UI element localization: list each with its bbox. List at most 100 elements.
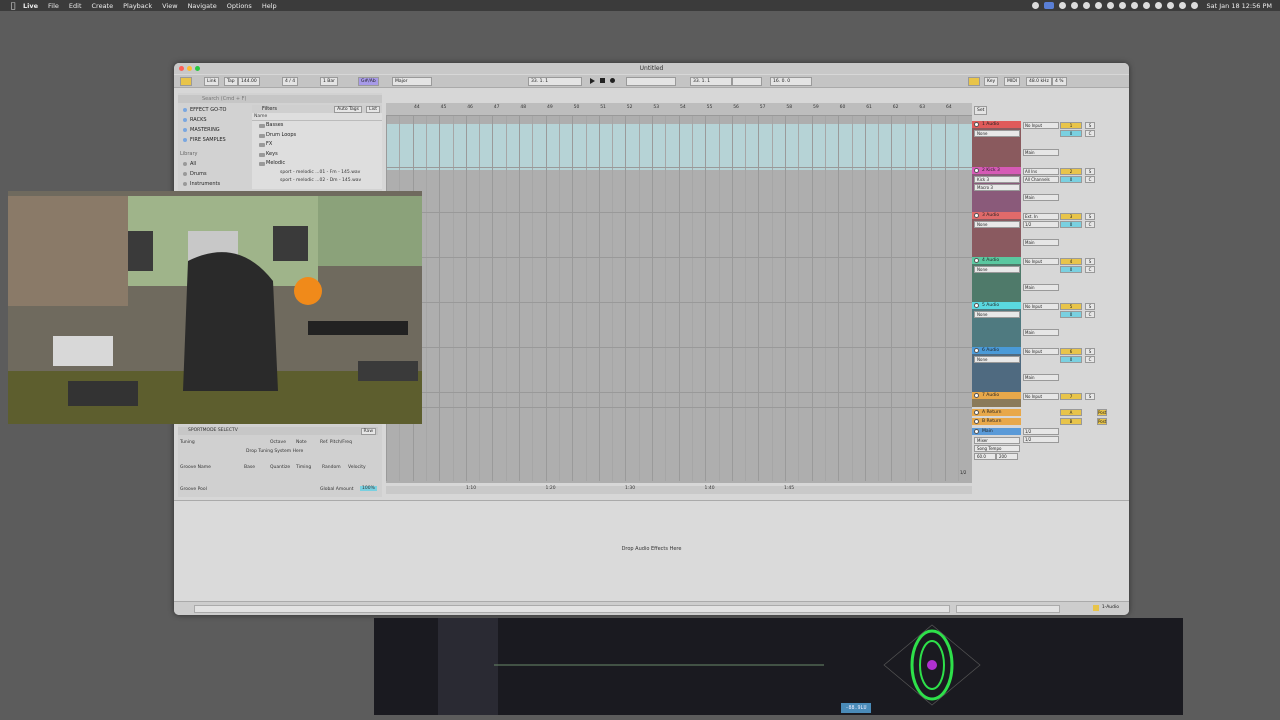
input-type[interactable]: No Input bbox=[1023, 122, 1059, 129]
app-icon[interactable] bbox=[1070, 2, 1078, 9]
track-activator-icon[interactable] bbox=[974, 393, 979, 398]
moon-icon[interactable] bbox=[1106, 2, 1114, 9]
menu-create[interactable]: Create bbox=[92, 2, 114, 10]
return-track-header[interactable]: B Return bbox=[972, 418, 1021, 425]
output-type[interactable]: Main bbox=[1023, 239, 1059, 246]
return-track-name[interactable]: B Return bbox=[982, 419, 1001, 424]
folder-item[interactable]: Keys bbox=[252, 150, 382, 160]
ruler-bar-number[interactable]: 51 bbox=[600, 105, 606, 110]
play-icon[interactable] bbox=[590, 78, 595, 84]
track-activator-icon[interactable] bbox=[974, 429, 979, 434]
arrangement-position[interactable]: 33. 1. 1 bbox=[528, 77, 582, 86]
track-routing[interactable]: None bbox=[974, 356, 1020, 363]
track-header[interactable]: 5 Audio bbox=[972, 302, 1021, 309]
track-lane[interactable] bbox=[386, 167, 972, 168]
track-routing[interactable]: None bbox=[974, 266, 1020, 273]
raw-button[interactable]: Raw bbox=[360, 428, 376, 435]
timing-header[interactable]: Timing bbox=[296, 465, 311, 470]
link-button[interactable]: Link bbox=[204, 77, 220, 86]
track-name[interactable]: 1 Audio bbox=[982, 122, 999, 127]
category-item[interactable]: MASTERING bbox=[180, 125, 250, 135]
ruler-bar-number[interactable]: 50 bbox=[574, 105, 580, 110]
browser-toggle[interactable] bbox=[180, 77, 192, 86]
crossfade-button[interactable]: C bbox=[1085, 266, 1095, 273]
ruler-bar-number[interactable]: 49 bbox=[547, 105, 553, 110]
ruler-bar-number[interactable]: 58 bbox=[786, 105, 792, 110]
post-button[interactable]: Post bbox=[1097, 409, 1107, 416]
return-letter[interactable]: B bbox=[1060, 418, 1082, 425]
ruler-bar-number[interactable]: 57 bbox=[760, 105, 766, 110]
ruler-bar-number[interactable]: 54 bbox=[680, 105, 686, 110]
drop-effects-target[interactable]: Drop Audio Effects Here bbox=[174, 546, 1129, 552]
solo-button[interactable]: S bbox=[1085, 213, 1095, 220]
ruler-bar-number[interactable]: 63 bbox=[919, 105, 925, 110]
menu-options[interactable]: Options bbox=[227, 2, 252, 10]
input-type[interactable]: No Input bbox=[1023, 303, 1059, 310]
time-signature[interactable]: 4 / 4 bbox=[282, 77, 299, 86]
minimize-button[interactable] bbox=[187, 66, 192, 71]
track-lane[interactable] bbox=[386, 302, 972, 303]
ruler-bar-number[interactable]: 56 bbox=[733, 105, 739, 110]
track-number-button[interactable]: 5 bbox=[1060, 303, 1082, 310]
track-header[interactable]: 6 Audio bbox=[972, 347, 1021, 354]
solo-button[interactable]: S bbox=[1085, 303, 1095, 310]
folder-item[interactable]: Melodic bbox=[252, 159, 382, 169]
file-item[interactable]: sport - melodic ...01 - Fm - 145.wav bbox=[252, 169, 382, 177]
main-output-channel[interactable]: 1/2 bbox=[1023, 428, 1059, 435]
random-header[interactable]: Random bbox=[322, 465, 341, 470]
battery-icon[interactable] bbox=[1130, 2, 1138, 9]
main-track-header[interactable]: Main bbox=[972, 428, 1021, 435]
main-track-name[interactable]: Main bbox=[982, 429, 993, 434]
solo-button[interactable]: S bbox=[1085, 393, 1095, 400]
base-header[interactable]: Base bbox=[244, 465, 255, 470]
file-item[interactable]: sport - melodic ...02 - Dm - 145.wav bbox=[252, 177, 382, 185]
set-button[interactable]: Set bbox=[974, 106, 988, 115]
volume-field[interactable]: 0 bbox=[1060, 266, 1082, 273]
folder-item[interactable]: FX bbox=[252, 140, 382, 150]
ruler-bar-number[interactable]: 59 bbox=[813, 105, 819, 110]
time-ruler[interactable]: 1:10 1:20 1:30 1:40 1:45 bbox=[386, 486, 972, 494]
track-lane[interactable] bbox=[386, 392, 972, 393]
input-type[interactable]: No Input bbox=[1023, 348, 1059, 355]
ruler-bar-number[interactable]: 44 bbox=[414, 105, 420, 110]
track-header[interactable]: 4 Audio bbox=[972, 257, 1021, 264]
ruler-bar-number[interactable]: 55 bbox=[707, 105, 713, 110]
track-body[interactable] bbox=[972, 399, 1021, 407]
track-name[interactable]: 2 Kick 3 bbox=[982, 168, 1000, 173]
track-lane[interactable] bbox=[386, 347, 972, 348]
global-amount-value[interactable]: 100% bbox=[360, 486, 377, 491]
library-item[interactable]: All bbox=[180, 159, 250, 169]
draw-mode-button[interactable] bbox=[968, 77, 980, 86]
track-header[interactable]: 2 Kick 3 bbox=[972, 167, 1021, 174]
menu-help[interactable]: Help bbox=[262, 2, 277, 10]
input-type[interactable]: Ext. In bbox=[1023, 213, 1059, 220]
track-name[interactable]: 7 Audio bbox=[982, 393, 999, 398]
solo-button[interactable]: S bbox=[1085, 258, 1095, 265]
track-routing[interactable]: Kick 3 bbox=[974, 176, 1020, 183]
return-letter[interactable]: A bbox=[1060, 409, 1082, 416]
track-lane[interactable] bbox=[386, 257, 972, 258]
input-channel[interactable]: 1/2 bbox=[1023, 221, 1059, 228]
volume-field[interactable]: 0 bbox=[1060, 356, 1082, 363]
loop-tools[interactable] bbox=[732, 77, 762, 86]
record-icon[interactable] bbox=[610, 78, 615, 83]
auto-tags-button[interactable]: Auto Tags bbox=[334, 106, 362, 113]
browser-search[interactable]: Search (Cmd + F) bbox=[178, 95, 382, 103]
tempo-max[interactable]: 200 bbox=[996, 453, 1018, 460]
track-activator-icon[interactable] bbox=[974, 258, 979, 263]
track-body[interactable]: None bbox=[972, 309, 1021, 347]
crossfade-button[interactable]: C bbox=[1085, 130, 1095, 137]
device-name[interactable]: SPORTMODE SELECTV bbox=[188, 428, 238, 433]
input-type[interactable]: No Input bbox=[1023, 258, 1059, 265]
scale-select[interactable]: Major bbox=[392, 77, 432, 86]
solo-button[interactable]: S bbox=[1085, 168, 1095, 175]
return-track-header[interactable]: A Return bbox=[972, 409, 1021, 416]
output-type[interactable]: Main bbox=[1023, 284, 1059, 291]
track-body[interactable]: None bbox=[972, 219, 1021, 257]
zoom-button[interactable] bbox=[195, 66, 200, 71]
quantize-header[interactable]: Quantize bbox=[270, 465, 290, 470]
name-column-header[interactable]: Name bbox=[252, 113, 382, 121]
ruler-bar-number[interactable]: 45 bbox=[441, 105, 447, 110]
menu-app[interactable]: Live bbox=[23, 2, 38, 10]
device-view[interactable]: Drop Audio Effects Here bbox=[174, 500, 1129, 601]
